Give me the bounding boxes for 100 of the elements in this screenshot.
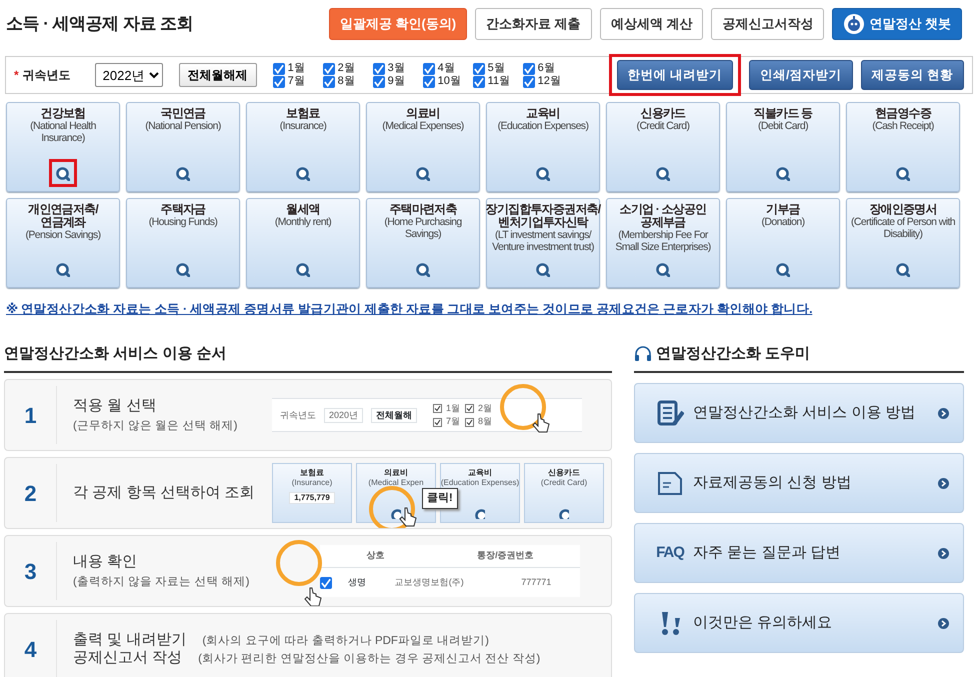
tile-subtitle: (Debit Card)	[758, 120, 808, 132]
month-label: 2월	[338, 62, 355, 75]
arrow-circle-icon	[938, 408, 949, 419]
month-checkbox[interactable]	[322, 62, 335, 74]
notice-link[interactable]: ※ 연말정산간소화 자료는 소득 · 세액공제 증명서류 발급기관이 제출한 자료를 그대로 보여주는 것이므로 공제요건은 근로자가 확인해야 합니다.	[0, 300, 978, 319]
tile-title: 보험료	[286, 107, 320, 120]
document-pencil-icon	[656, 400, 684, 426]
search-icon	[176, 166, 190, 181]
column-header: 상호	[365, 549, 386, 562]
section-title: 연말정산간소화 도우미	[656, 344, 810, 364]
month-checkbox[interactable]	[372, 62, 385, 74]
month-label: 7월	[288, 75, 305, 88]
step-note: (회사가 편리한 연말정산을 이용하는 경우 공제신고서 전산 작성)	[198, 652, 540, 667]
month-label: 1월	[288, 62, 305, 75]
month-label: 10월	[438, 75, 461, 88]
search-icon	[416, 166, 430, 181]
header-button[interactable]: 공제신고서작성	[711, 8, 824, 40]
step-title: 공제신고서 작성	[73, 649, 182, 668]
action-button[interactable]: 인쇄/점자받기	[749, 60, 853, 90]
tile-subtitle: (National Pension)	[145, 120, 221, 132]
robot-icon	[843, 13, 866, 35]
helper-button[interactable]: 이것만은 유의하세요	[634, 593, 964, 654]
search-icon	[176, 262, 190, 277]
month-checkbox[interactable]	[422, 76, 435, 88]
month-checkbox[interactable]	[322, 76, 335, 88]
deduction-tile[interactable]: 소기업 · 소상공인 공제부금 (Membership Fee For Small Size Enterprises)	[606, 198, 720, 288]
search-icon	[536, 166, 550, 181]
checkbox-icon	[433, 404, 442, 413]
search-icon	[56, 262, 70, 277]
year-select[interactable]: 2022년	[94, 63, 163, 87]
month-checkbox[interactable]	[472, 76, 485, 88]
deduction-tile[interactable]: 건강보험 (National Health Insurance)	[6, 102, 120, 192]
click-callout: 클릭!	[422, 488, 458, 509]
tile-subtitle: (Certificate of Person with Disability)	[850, 216, 956, 240]
month-label: 12월	[538, 75, 561, 88]
deduction-tile[interactable]: 의료비 (Medical Expenses)	[366, 102, 480, 192]
action-button[interactable]: 제공동의 현황	[860, 60, 964, 90]
deduction-tile[interactable]: 신용카드 (Credit Card)	[606, 102, 720, 192]
deduction-tile[interactable]: 기부금 (Donation)	[726, 198, 840, 288]
illustration-month: 2월	[478, 402, 492, 415]
search-icon	[656, 262, 670, 277]
tile-subtitle: (Donation)	[761, 216, 805, 228]
deduction-tile[interactable]: 장애인증명서 (Certificate of Person with Disability)	[846, 198, 960, 288]
header-button[interactable]: 간소화자료 제출	[475, 8, 592, 40]
search-icon	[656, 166, 670, 181]
illustration-month: 7월	[446, 415, 460, 428]
month-checkbox[interactable]	[372, 76, 385, 88]
tile-title: 교육비	[526, 107, 560, 120]
section-title: 연말정산간소화 서비스 이용 순서	[4, 342, 612, 374]
month-label: 6월	[538, 62, 555, 75]
search-icon	[391, 509, 401, 520]
tile-subtitle: (Insurance)	[280, 120, 326, 132]
clear-months-button[interactable]: 전체월해제	[178, 63, 257, 87]
month-checkbox[interactable]	[272, 76, 285, 88]
deduction-tile[interactable]: 현금영수증 (Cash Receipt)	[846, 102, 960, 192]
arrow-circle-icon	[938, 478, 949, 489]
tile-subtitle: (Credit Card)	[540, 478, 588, 488]
tile-title: 신용카드	[548, 468, 580, 478]
search-icon	[896, 166, 910, 181]
header-button[interactable]: 연말정산 챗봇	[832, 8, 962, 40]
column-header: 통장/증권번호	[476, 549, 535, 562]
step-number: 3	[24, 558, 37, 586]
action-button[interactable]: 한번에 내려받기	[616, 60, 734, 90]
step-title: 출력 및 내려받기	[73, 630, 186, 650]
deduction-tile[interactable]: 교육비 (Education Expenses)	[486, 102, 600, 192]
deduction-tile[interactable]: 국민연금 (National Pension)	[126, 102, 240, 192]
deduction-tile[interactable]: 주택마련저축 (Home Purchasing Savings)	[366, 198, 480, 288]
tile-subtitle: (Housing Funds)	[148, 216, 218, 228]
month-checkbox[interactable]	[272, 62, 285, 74]
illustration-month: 1월	[446, 402, 460, 415]
month-checkbox[interactable]	[522, 76, 535, 88]
year-label: 귀속년도	[22, 67, 71, 84]
tile-title: 의료비	[406, 107, 440, 120]
header-button[interactable]: 예상세액 계산	[600, 8, 704, 40]
month-label: 4월	[438, 62, 455, 75]
deduction-tile[interactable]: 보험료 (Insurance)	[246, 102, 360, 192]
tile-title: 개인연금저축/ 연금계좌	[27, 203, 100, 229]
tile-subtitle: (Education Expenses)	[498, 120, 588, 132]
tile-subtitle: (Medical Expenses)	[382, 120, 464, 132]
step-number: 4	[24, 636, 37, 664]
deduction-tile[interactable]: 개인연금저축/ 연금계좌 (Pension Savings)	[6, 198, 120, 288]
search-icon	[776, 166, 790, 181]
step-note: (회사의 요구에 따라 출력하거나 PDF파일로 내려받기)	[202, 634, 489, 648]
deduction-tile[interactable]: 주택자금 (Housing Funds)	[126, 198, 240, 288]
tile-subtitle: (Cash Receipt)	[872, 120, 934, 132]
deduction-tile[interactable]: 직불카드 등 (Debit Card)	[726, 102, 840, 192]
tile-title: 소기업 · 소상공인 공제부금	[618, 203, 708, 229]
search-icon	[896, 262, 910, 277]
helper-button[interactable]: FAQ 자주 묻는 질문과 답변	[634, 523, 964, 584]
deduction-tile[interactable]: 월세액 (Monthly rent)	[246, 198, 360, 288]
month-checkbox[interactable]	[522, 62, 535, 74]
arrow-circle-icon	[938, 618, 949, 629]
month-checkbox[interactable]	[472, 62, 485, 74]
tile-subtitle: (Insurance)	[292, 478, 332, 488]
search-icon	[416, 262, 430, 277]
helper-button[interactable]: 자료제공동의 신청 방법	[634, 453, 964, 514]
helper-button[interactable]: 연말정산간소화 서비스 이용 방법	[634, 383, 964, 444]
deduction-tile[interactable]: 장기집합투자증권저축/ 벤처기업투자신탁 (LT investment savings/ Venture investment trust)	[486, 198, 600, 288]
month-checkbox[interactable]	[422, 62, 435, 74]
month-label: 8월	[338, 75, 355, 88]
